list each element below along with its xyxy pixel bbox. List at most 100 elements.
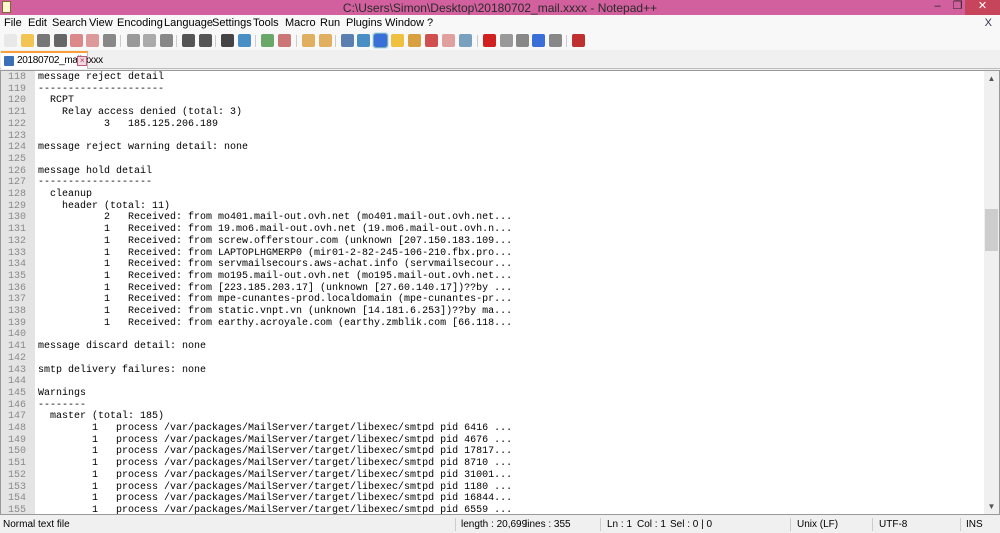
scroll-down-icon[interactable]: ▼ (984, 499, 999, 514)
folder-workspace-icon[interactable] (442, 34, 455, 47)
menu-help[interactable]: ? (427, 17, 433, 29)
record-macro-icon[interactable] (483, 34, 496, 47)
save-macro-icon[interactable] (549, 34, 562, 47)
replace-icon[interactable] (238, 34, 251, 47)
find-icon[interactable] (221, 34, 234, 47)
user-defined-language-icon[interactable] (391, 34, 404, 47)
play-macro-multiple-icon[interactable] (532, 34, 545, 47)
menu-edit[interactable]: Edit (28, 17, 47, 29)
editor-line[interactable]: 123 (1, 131, 985, 143)
editor-line[interactable]: 125 (1, 154, 985, 166)
scrollbar-thumb[interactable] (985, 209, 998, 252)
status-insert-mode[interactable]: INS (966, 519, 983, 530)
editor-line[interactable]: 120 RCPT (1, 95, 985, 107)
editor-line[interactable]: 140 (1, 329, 985, 341)
editor-line[interactable]: 147 master (total: 185) (1, 411, 985, 423)
editor-line[interactable]: 133 1 Received: from LAPTOPLHGMERP0 (mir… (1, 248, 985, 260)
editor-line[interactable]: 146 -------- (1, 400, 985, 412)
editor-line[interactable]: 132 1 Received: from screw.offerstour.co… (1, 236, 985, 248)
word-wrap-icon[interactable] (341, 34, 354, 47)
editor-line[interactable]: 152 1 process /var/packages/MailServer/t… (1, 470, 985, 482)
line-number: 137 (8, 294, 27, 306)
status-encoding[interactable]: UTF-8 (879, 519, 907, 530)
editor-line[interactable]: 151 1 process /var/packages/MailServer/t… (1, 458, 985, 470)
new-file-icon[interactable] (4, 34, 17, 47)
editor-line[interactable]: 131 1 Received: from 19.mo6.mail-out.ovh… (1, 224, 985, 236)
editor-line[interactable]: 155 1 process /var/packages/MailServer/t… (1, 505, 985, 514)
editor-line[interactable]: 128 cleanup (1, 189, 985, 201)
close-document-button[interactable]: X (985, 17, 992, 29)
menu-settings[interactable]: Settings (212, 17, 252, 29)
line-number: 148 (8, 423, 27, 434)
print-icon[interactable] (103, 34, 116, 47)
menu-search[interactable]: Search (52, 17, 87, 29)
menu-encoding[interactable]: Encoding (117, 17, 163, 29)
editor-line[interactable]: 153 1 process /var/packages/MailServer/t… (1, 482, 985, 494)
text-editor[interactable]: 118 message reject detail 119 -------------… (0, 70, 1000, 515)
menu-view[interactable]: View (89, 17, 113, 29)
menu-run[interactable]: Run (320, 17, 340, 29)
sync-vertical-icon[interactable] (302, 34, 315, 47)
save-icon[interactable] (37, 34, 50, 47)
menu-plugins[interactable]: Plugins (346, 17, 382, 29)
editor-line[interactable]: 138 1 Received: from static.vnpt.vn (unk… (1, 306, 985, 318)
undo-icon[interactable] (182, 34, 195, 47)
vertical-scrollbar[interactable]: ▲ ▼ (984, 71, 999, 514)
copy-icon[interactable] (143, 34, 156, 47)
editor-line[interactable]: 124 message reject warning detail: none (1, 142, 985, 154)
save-all-icon[interactable] (54, 34, 67, 47)
close-all-icon[interactable] (86, 34, 99, 47)
menu-language[interactable]: Language (164, 17, 213, 29)
play-macro-icon[interactable] (516, 34, 529, 47)
show-all-characters-icon[interactable] (357, 34, 370, 47)
editor-line[interactable]: 135 1 Received: from mo195.mail-out.ovh.… (1, 271, 985, 283)
menu-window[interactable]: Window (385, 17, 424, 29)
editor-line[interactable]: 126 message hold detail (1, 166, 985, 178)
tab-20180702-mail[interactable]: 20180702_mail.xxxx × (1, 51, 103, 69)
status-eol[interactable]: Unix (LF) (797, 519, 838, 530)
editor-line[interactable]: 122 3 185.125.206.189 (1, 119, 985, 131)
editor-line[interactable]: 139 1 Received: from earthy.acroyale.com… (1, 318, 985, 330)
sync-horizontal-icon[interactable] (319, 34, 332, 47)
editor-line[interactable]: 150 1 process /var/packages/MailServer/t… (1, 446, 985, 458)
editor-line[interactable]: 143 smtp delivery failures: none (1, 365, 985, 377)
editor-line[interactable]: 149 1 process /var/packages/MailServer/t… (1, 435, 985, 447)
redo-icon[interactable] (199, 34, 212, 47)
editor-line[interactable]: 121 Relay access denied (total: 3) (1, 107, 985, 119)
editor-line[interactable]: 134 1 Received: from servmailsecours.aws… (1, 259, 985, 271)
editor-line[interactable]: 127 ------------------- (1, 177, 985, 189)
zoom-out-icon[interactable] (278, 34, 291, 47)
stop-macro-icon[interactable] (500, 34, 513, 47)
editor-line[interactable]: 136 1 Received: from [223.185.203.17] (u… (1, 283, 985, 295)
open-file-icon[interactable] (21, 34, 34, 47)
editor-line[interactable]: 144 (1, 376, 985, 388)
indent-guide-icon[interactable] (373, 33, 388, 48)
menu-tools[interactable]: Tools (253, 17, 279, 29)
function-list-icon[interactable] (425, 34, 438, 47)
paste-icon[interactable] (160, 34, 173, 47)
line-text: 1 process /var/packages/MailServer/targe… (38, 458, 513, 470)
close-icon[interactable] (70, 34, 83, 47)
line-text: 1 process /var/packages/MailServer/targe… (38, 493, 513, 505)
editor-line[interactable]: 148 1 process /var/packages/MailServer/t… (1, 423, 985, 435)
editor-line[interactable]: 130 2 Received: from mo401.mail-out.ovh.… (1, 212, 985, 224)
editor-line[interactable]: 129 header (total: 11) (1, 201, 985, 213)
editor-line[interactable]: 145 Warnings (1, 388, 985, 400)
editor-line[interactable]: 119 --------------------- (1, 84, 985, 96)
menu-macro[interactable]: Macro (285, 17, 316, 29)
editor-line[interactable]: 118 message reject detail (1, 72, 985, 84)
editor-line[interactable]: 154 1 process /var/packages/MailServer/t… (1, 493, 985, 505)
spell-check-icon[interactable] (572, 34, 585, 47)
scroll-up-icon[interactable]: ▲ (984, 71, 999, 86)
editor-line[interactable]: 142 (1, 353, 985, 365)
menu-file[interactable]: File (4, 17, 22, 29)
document-map-icon[interactable] (408, 34, 421, 47)
line-text: 1 process /var/packages/MailServer/targe… (38, 434, 513, 446)
cut-icon[interactable] (127, 34, 140, 47)
close-tab-icon[interactable]: × (77, 56, 87, 66)
monitoring-icon[interactable] (459, 34, 472, 47)
close-window-button[interactable]: ✕ (965, 0, 1000, 15)
editor-line[interactable]: 141 message discard detail: none (1, 341, 985, 353)
zoom-in-icon[interactable] (261, 34, 274, 47)
editor-line[interactable]: 137 1 Received: from mpe-cunantes-prod.l… (1, 294, 985, 306)
